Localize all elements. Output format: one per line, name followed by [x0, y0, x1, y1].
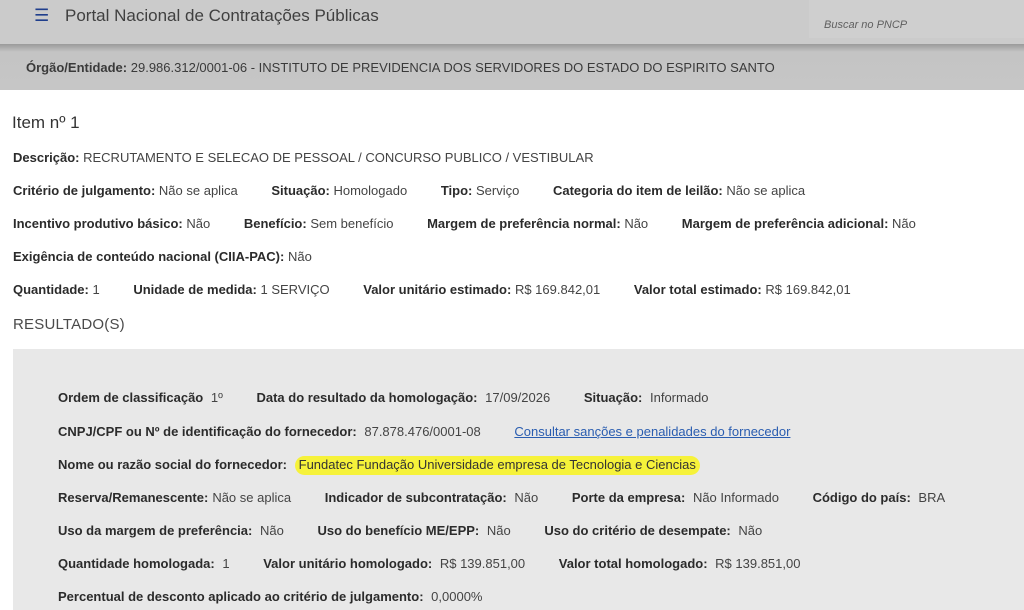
resultado-row-nome: Nome ou razão social do fornecedor: Fund…: [58, 456, 730, 475]
consultar-sancoes-link[interactable]: Consultar sanções e penalidades do forne…: [514, 424, 790, 439]
margem-normal-value: Não: [624, 216, 649, 231]
incentivo-label: Incentivo produtivo básico:: [13, 216, 183, 231]
subcontratacao-label: Indicador de subcontratação:: [324, 490, 507, 505]
resultado-panel: Ordem de classificação 1º Data do result…: [13, 349, 1024, 610]
percentual-value: 0,0000%: [431, 589, 483, 604]
nome-label: Nome ou razão social do fornecedor:: [58, 457, 287, 472]
item-row-incentivo: Incentivo produtivo básico: Não Benefíci…: [13, 216, 946, 231]
resultados-title: RESULTADO(S): [13, 316, 125, 333]
exigencia-value: Não: [287, 249, 312, 264]
pais-value: BRA: [918, 490, 946, 505]
resultado-row-uso: Uso da margem de preferência: Não Uso do…: [58, 523, 792, 538]
valor-total-homologado-label: Valor total homologado:: [558, 556, 708, 571]
margem-adicional-value: Não: [892, 216, 916, 231]
uso-beneficio-value: Não: [486, 523, 511, 538]
portal-title[interactable]: Portal Nacional de Contratações Públicas: [65, 6, 379, 26]
quantidade-value: 1: [92, 282, 100, 297]
valor-unitario-value: R$ 169.842,01: [514, 282, 601, 297]
tipo-value: Serviço: [475, 183, 520, 198]
tipo-label: Tipo:: [440, 183, 473, 198]
cnpj-value: 87.878.476/0001-08: [364, 424, 481, 439]
categoria-label: Categoria do item de leilão:: [552, 183, 723, 198]
situacao-resultado-value: Informado: [649, 390, 709, 405]
beneficio-value: Sem benefício: [310, 216, 394, 231]
reserva-value: Não se aplica: [212, 490, 292, 505]
pais-label: Código do país:: [812, 490, 911, 505]
uso-desempate-label: Uso do critério de desempate:: [544, 523, 731, 538]
ordem-value: 1º: [210, 390, 223, 405]
data-label: Data do resultado da homologação:: [256, 390, 478, 405]
porte-label: Porte da empresa:: [571, 490, 686, 505]
resultado-row-percentual: Percentual de desconto aplicado ao crité…: [58, 589, 512, 604]
item-row-criterio: Critério de julgamento: Não se aplica Si…: [13, 183, 835, 198]
cnpj-label: CNPJ/CPF ou Nº de identificação do forne…: [58, 424, 357, 439]
descricao-value: RECRUTAMENTO E SELECAO DE PESSOAL / CONC…: [83, 150, 594, 165]
resultado-row-homologado: Quantidade homologada: 1 Valor unitário …: [58, 556, 830, 571]
valor-total-label: Valor total estimado:: [633, 282, 762, 297]
resultado-row-ordem: Ordem de classificação 1º Data do result…: [58, 390, 739, 405]
orgao-label: Órgão/Entidade:: [26, 60, 128, 75]
valor-total-value: R$ 169.842,01: [765, 282, 851, 297]
item-title: Item nº 1: [12, 113, 80, 132]
top-bar: ☰ Portal Nacional de Contratações Públic…: [0, 0, 1024, 44]
descricao-label: Descrição:: [13, 150, 80, 165]
orgao-entidade: Órgão/Entidade: 29.986.312/0001-06 - INS…: [26, 60, 775, 75]
ordem-label: Ordem de classificação: [58, 390, 204, 405]
quantidade-label: Quantidade:: [13, 282, 89, 297]
incentivo-value: Não: [186, 216, 211, 231]
uso-margem-label: Uso da margem de preferência:: [58, 523, 253, 538]
exigencia-label: Exigência de conteúdo nacional (CIIA-PAC…: [13, 249, 285, 264]
unidade-value: 1 SERVIÇO: [260, 282, 330, 297]
item-row-quantidade: Quantidade: 1 Unidade de medida: 1 SERVI…: [13, 282, 881, 297]
criterio-label: Critério de julgamento:: [13, 183, 156, 198]
valor-unit-homologado-label: Valor unitário homologado:: [263, 556, 433, 571]
situacao-label: Situação:: [271, 183, 330, 198]
uso-beneficio-label: Uso do benefício ME/EPP:: [317, 523, 480, 538]
uso-margem-value: Não: [259, 523, 284, 538]
nome-fornecedor-value: Fundatec Fundação Universidade empresa d…: [294, 456, 700, 475]
reserva-label: Reserva/Remanescente:: [58, 490, 209, 505]
margem-normal-label: Margem de preferência normal:: [427, 216, 621, 231]
qtd-homologada-value: 1: [222, 556, 230, 571]
resultado-row-cnpj: CNPJ/CPF ou Nº de identificação do forne…: [58, 424, 820, 439]
uso-desempate-value: Não: [738, 523, 763, 538]
situacao-resultado-label: Situação:: [583, 390, 643, 405]
search-input[interactable]: [809, 0, 1024, 38]
percentual-label: Percentual de desconto aplicado ao crité…: [58, 589, 424, 604]
hamburger-icon[interactable]: ☰: [34, 7, 50, 24]
criterio-value: Não se aplica: [158, 183, 238, 198]
resultado-row-reserva: Reserva/Remanescente: Não se aplica Indic…: [58, 490, 975, 505]
item-row-exigencia: Exigência de conteúdo nacional (CIIA-PAC…: [13, 249, 342, 264]
valor-unit-homologado-value: R$ 139.851,00: [439, 556, 526, 571]
subcontratacao-value: Não: [514, 490, 539, 505]
margem-adicional-label: Margem de preferência adicional:: [681, 216, 889, 231]
valor-total-homologado-value: R$ 139.851,00: [715, 556, 801, 571]
situacao-value: Homologado: [333, 183, 408, 198]
item-row-descricao: Descrição: RECRUTAMENTO E SELECAO DE PES…: [13, 150, 624, 165]
beneficio-label: Benefício:: [243, 216, 307, 231]
orgao-value: 29.986.312/0001-06 - INSTITUTO DE PREVID…: [130, 60, 775, 75]
unidade-label: Unidade de medida:: [133, 282, 257, 297]
data-value: 17/09/2026: [485, 390, 551, 405]
qtd-homologada-label: Quantidade homologada:: [58, 556, 215, 571]
porte-value: Não Informado: [692, 490, 779, 505]
categoria-value: Não se aplica: [726, 183, 806, 198]
valor-unitario-label: Valor unitário estimado:: [363, 282, 512, 297]
